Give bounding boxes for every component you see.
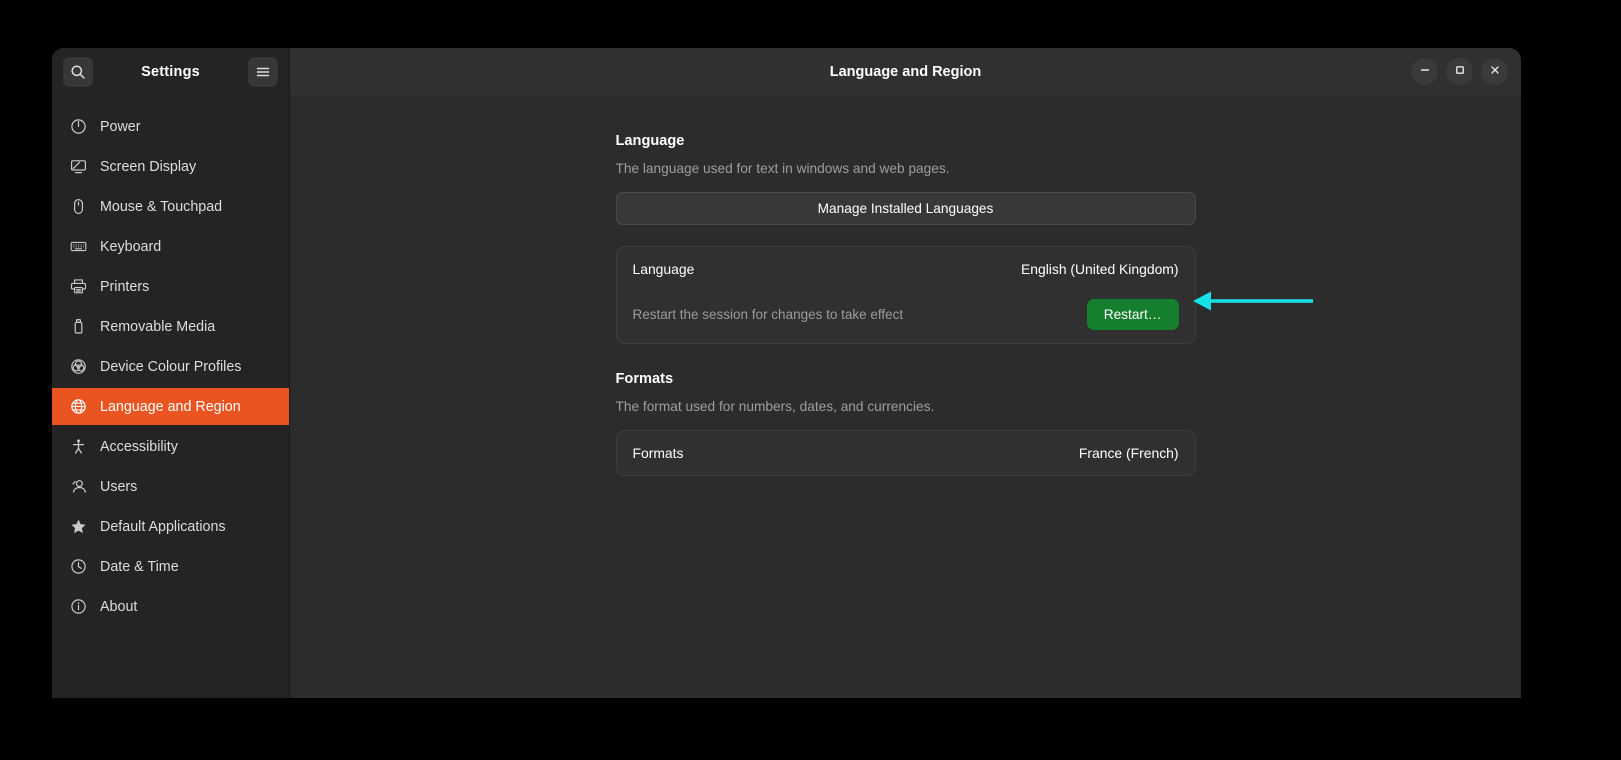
power-icon [70, 118, 87, 135]
sidebar-item-label: Keyboard [100, 238, 162, 255]
maximize-button[interactable] [1446, 58, 1473, 85]
sidebar-item-date-time[interactable]: Date & Time [52, 548, 289, 585]
formats-row-label: Formats [632, 445, 684, 461]
language-row-label: Language [632, 261, 695, 277]
sidebar-header: Settings [52, 48, 290, 95]
sidebar-item-default-applications[interactable]: Default Applications [52, 508, 289, 545]
hamburger-menu-icon [255, 64, 271, 80]
search-icon [70, 64, 86, 80]
language-section-title: Language [615, 133, 685, 149]
settings-window: Settings Language and Region Power Scree… [52, 48, 1521, 698]
sidebar-item-removable-media[interactable]: Removable Media [52, 308, 289, 345]
users-icon [70, 478, 87, 495]
sidebar-item-language-and-region[interactable]: Language and Region [52, 388, 289, 425]
language-card: Language English (United Kingdom) Restar… [615, 246, 1196, 344]
formats-row-value: France (French) [1078, 445, 1179, 461]
sidebar-item-accessibility[interactable]: Accessibility [52, 428, 289, 465]
sidebar-item-label: Users [100, 478, 138, 495]
close-button[interactable] [1481, 58, 1508, 85]
content-inner: Language The language used for text in w… [615, 95, 1196, 476]
language-row-value: English (United Kingdom) [1020, 261, 1179, 277]
page-title: Language and Region [829, 63, 982, 80]
settings-sidebar: Power Screen Display Mouse & Touchpad Ke… [52, 95, 290, 698]
sidebar-item-label: Date & Time [100, 558, 179, 575]
minimize-button[interactable] [1411, 58, 1438, 85]
sidebar-item-label: Screen Display [100, 158, 197, 175]
restart-button[interactable]: Restart… [1086, 299, 1179, 330]
sidebar-item-label: Accessibility [100, 438, 178, 455]
app-title: Settings [141, 63, 200, 80]
formats-section-title: Formats [615, 371, 674, 387]
restart-row: Restart the session for changes to take … [617, 291, 1195, 343]
sidebar-item-mouse-touchpad[interactable]: Mouse & Touchpad [52, 188, 289, 225]
sidebar-item-label: Mouse & Touchpad [100, 198, 223, 215]
sidebar-item-label: Power [100, 118, 141, 135]
colour-profile-icon [70, 358, 87, 375]
restart-note: Restart the session for changes to take … [632, 307, 904, 322]
sidebar-item-device-colour-profiles[interactable]: Device Colour Profiles [52, 348, 289, 385]
sidebar-item-about[interactable]: About [52, 588, 289, 625]
close-icon [1488, 63, 1502, 80]
window-headerbar: Settings Language and Region [52, 48, 1521, 95]
star-icon [70, 518, 87, 535]
window-body: Power Screen Display Mouse & Touchpad Ke… [52, 95, 1521, 698]
language-row[interactable]: Language English (United Kingdom) [617, 247, 1195, 291]
mouse-icon [70, 198, 87, 215]
formats-row[interactable]: Formats France (French) [617, 431, 1195, 475]
formats-section-description: The format used for numbers, dates, and … [615, 399, 935, 414]
language-section-description: The language used for text in windows an… [615, 161, 950, 176]
sidebar-item-screen-display[interactable]: Screen Display [52, 148, 289, 185]
sidebar-item-label: Printers [100, 278, 150, 295]
sidebar-item-users[interactable]: Users [52, 468, 289, 505]
sidebar-item-label: Language and Region [100, 398, 241, 415]
formats-card: Formats France (French) [615, 430, 1196, 476]
sidebar-item-label: About [100, 598, 138, 615]
clock-icon [70, 558, 87, 575]
sidebar-item-power[interactable]: Power [52, 108, 289, 145]
globe-icon [70, 398, 87, 415]
search-button[interactable] [63, 56, 93, 87]
sidebar-item-label: Removable Media [100, 318, 216, 335]
minimize-icon [1418, 63, 1432, 80]
usb-drive-icon [70, 318, 87, 335]
display-icon [70, 158, 87, 175]
sidebar-item-printers[interactable]: Printers [52, 268, 289, 305]
info-icon [70, 598, 87, 615]
keyboard-icon [70, 238, 87, 255]
manage-installed-languages-button[interactable]: Manage Installed Languages [615, 192, 1196, 225]
printer-icon [70, 278, 87, 295]
accessibility-icon [70, 438, 87, 455]
sidebar-item-label: Device Colour Profiles [100, 358, 242, 375]
sidebar-item-label: Default Applications [100, 518, 226, 535]
maximize-icon [1453, 63, 1467, 80]
sidebar-item-keyboard[interactable]: Keyboard [52, 228, 289, 265]
settings-content: Language The language used for text in w… [290, 95, 1521, 698]
window-controls [1411, 48, 1508, 95]
main-menu-button[interactable] [248, 56, 278, 87]
